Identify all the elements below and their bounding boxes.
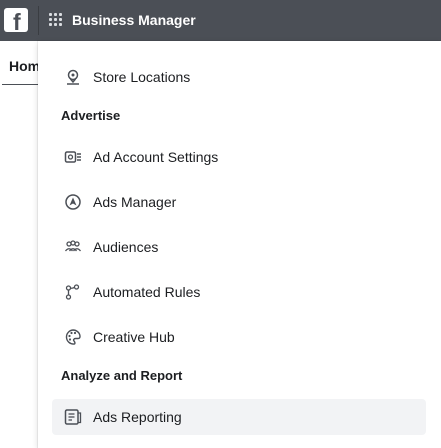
audiences-icon bbox=[64, 238, 82, 256]
ad-account-settings-icon bbox=[64, 148, 82, 166]
menu-item-ads-reporting[interactable]: Ads Reporting bbox=[52, 399, 426, 435]
map-pin-icon bbox=[64, 68, 82, 86]
menu-item-label: Ads Reporting bbox=[93, 409, 182, 425]
facebook-logo-icon[interactable]: f bbox=[4, 8, 28, 35]
ads-manager-icon bbox=[64, 193, 82, 211]
app-grid-icon[interactable] bbox=[49, 13, 63, 27]
menu-item-label: Ad Account Settings bbox=[93, 149, 219, 165]
section-heading-analyze-and-report: Analyze and Report bbox=[61, 368, 183, 383]
menu-item-store-locations[interactable]: Store Locations bbox=[52, 59, 426, 95]
menu-item-label: Audiences bbox=[93, 239, 159, 255]
menu-item-automated-rules[interactable]: Automated Rules bbox=[52, 274, 426, 310]
menu-item-label: Store Locations bbox=[93, 69, 191, 85]
section-heading-advertise: Advertise bbox=[61, 108, 121, 123]
palette-icon bbox=[64, 328, 82, 346]
menu-item-ad-account-settings[interactable]: Ad Account Settings bbox=[52, 139, 426, 175]
automated-rules-icon bbox=[64, 283, 82, 301]
top-bar: f Business Manager bbox=[0, 0, 441, 41]
business-manager-menu-button[interactable]: Business Manager bbox=[72, 12, 196, 28]
menu-item-label: Creative Hub bbox=[93, 329, 175, 345]
menu-item-label: Ads Manager bbox=[93, 194, 177, 210]
menu-item-audiences[interactable]: Audiences bbox=[52, 229, 426, 265]
business-menu-dropdown: Store Locations Advertise Ad Account Set… bbox=[38, 41, 441, 448]
topbar-divider bbox=[38, 6, 39, 35]
menu-item-ads-manager[interactable]: Ads Manager bbox=[52, 184, 426, 220]
facebook-logo-letter: f bbox=[13, 9, 21, 35]
report-icon bbox=[64, 408, 82, 426]
menu-item-label: Automated Rules bbox=[93, 284, 201, 300]
home-tab-underline bbox=[2, 84, 38, 85]
tab-home[interactable]: Home bbox=[9, 58, 38, 74]
page-background bbox=[0, 41, 38, 448]
menu-item-creative-hub[interactable]: Creative Hub bbox=[52, 319, 426, 355]
